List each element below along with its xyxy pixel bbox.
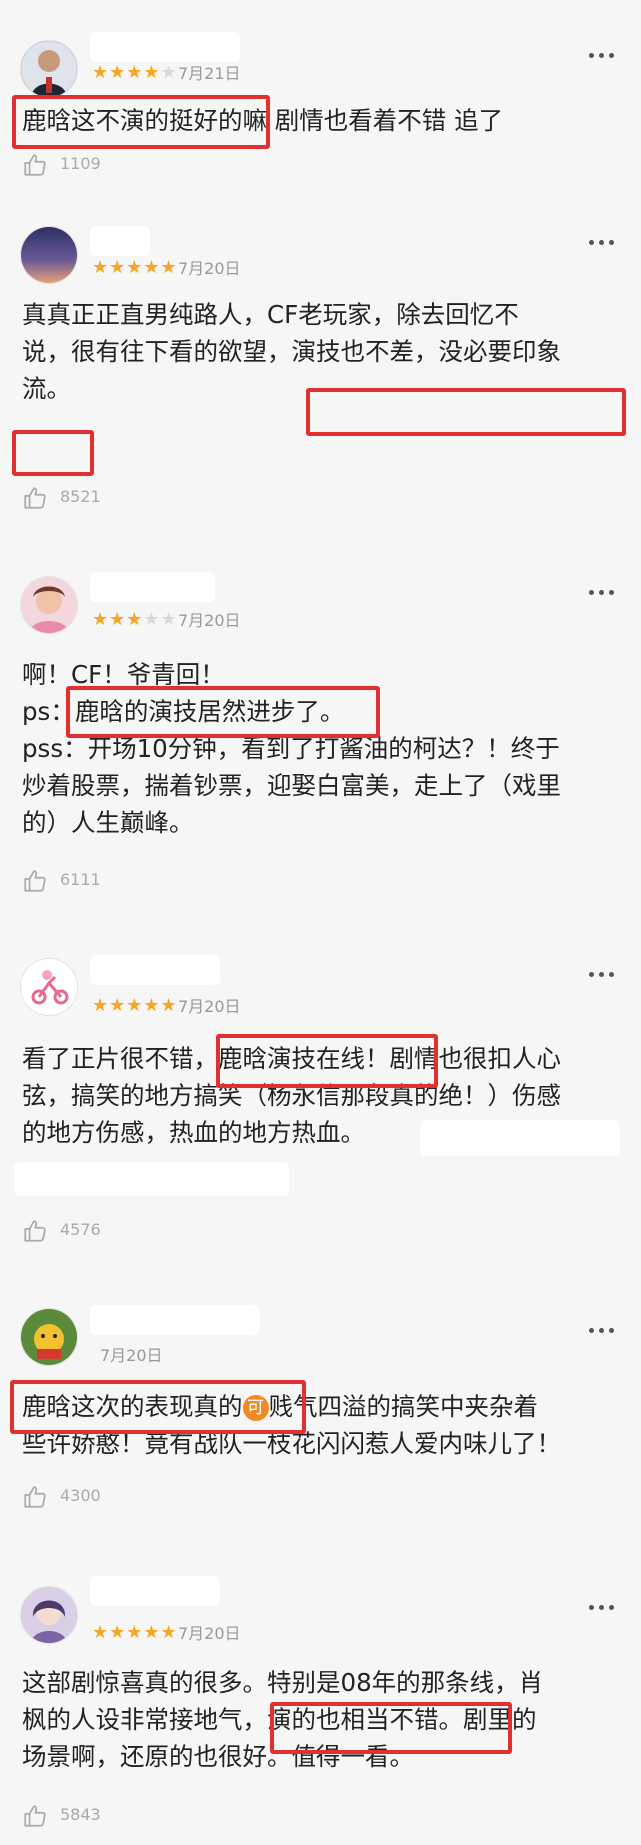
- like-count: 8521: [60, 487, 101, 506]
- thumbs-up-icon: [22, 1803, 48, 1829]
- review-date: 7月20日: [178, 997, 241, 1016]
- star-rating: ★★★★★: [92, 609, 178, 630]
- highlight-box: [306, 388, 626, 436]
- username-redacted: [90, 32, 240, 62]
- like-count: 1109: [60, 154, 101, 173]
- like-count: 4576: [60, 1220, 101, 1239]
- avatar[interactable]: [20, 958, 78, 1016]
- username-redacted: [90, 955, 220, 985]
- more-icon[interactable]: [589, 53, 615, 61]
- thumbs-up-icon: [22, 485, 48, 511]
- avatar[interactable]: [20, 40, 78, 98]
- review-date: 7月21日: [178, 64, 241, 83]
- username-redacted: [90, 1576, 220, 1606]
- more-icon[interactable]: [589, 1605, 615, 1613]
- review-text: 啊！CF！爷青回！ ps：鹿晗的演技居然进步了。 pss：开场10分钟，看到了打…: [22, 660, 561, 837]
- avatar[interactable]: [20, 576, 78, 634]
- avatar[interactable]: [20, 226, 78, 284]
- more-icon[interactable]: [589, 972, 615, 980]
- like-count: 4300: [60, 1486, 101, 1505]
- highlight-box: [270, 1702, 512, 1754]
- avatar[interactable]: [20, 1308, 78, 1366]
- highlight-box: [10, 1380, 306, 1434]
- like-count: 5843: [60, 1805, 101, 1824]
- review-date: 7月20日: [178, 1624, 241, 1643]
- more-icon[interactable]: [589, 240, 615, 248]
- highlight-box: [12, 430, 94, 476]
- star-rating: ★★★★★: [92, 995, 178, 1016]
- highlight-box: [12, 95, 270, 149]
- thumbs-up-icon: [22, 1484, 48, 1510]
- like-count: 6111: [60, 870, 101, 889]
- username-redacted: [90, 1305, 260, 1335]
- username-redacted: [90, 226, 150, 256]
- avatar[interactable]: [20, 1586, 78, 1644]
- star-rating: ★★★★★: [92, 1622, 178, 1643]
- highlight-box: [66, 686, 380, 738]
- star-rating: ★★★★★: [92, 257, 178, 278]
- thumbs-up-icon: [22, 868, 48, 894]
- thumbs-up-icon: [22, 1218, 48, 1244]
- review-date: 7月20日: [100, 1346, 163, 1365]
- more-icon[interactable]: [589, 590, 615, 598]
- review-date: 7月20日: [178, 611, 241, 630]
- star-rating: ★★★★★: [92, 62, 178, 83]
- review-date: 7月20日: [178, 259, 241, 278]
- thumbs-up-icon: [22, 152, 48, 178]
- username-redacted: [90, 572, 215, 602]
- highlight-box: [216, 1034, 438, 1088]
- more-icon[interactable]: [589, 1328, 615, 1336]
- redacted-text: [420, 1120, 620, 1156]
- redacted-text: [14, 1162, 289, 1196]
